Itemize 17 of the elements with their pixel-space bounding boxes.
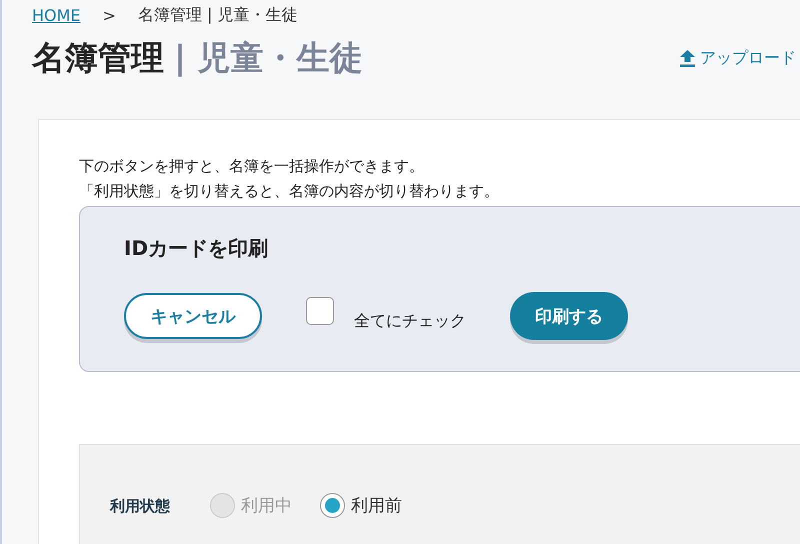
page-title: 名簿管理 xyxy=(32,36,164,78)
description-text: 「利用状態」を切り替えると、名簿の内容が切り替わります。 xyxy=(79,181,500,202)
home-link[interactable]: HOME xyxy=(32,6,81,24)
radio-label: 利用前 xyxy=(351,495,402,517)
print-button[interactable]: 印刷する xyxy=(510,292,628,340)
breadcrumb-text: > xyxy=(102,6,116,24)
radio-label: 利用中 xyxy=(241,495,292,517)
upload-link[interactable]: アップロード xyxy=(680,48,796,68)
upload-icon xyxy=(680,50,695,66)
description-text: 下のボタンを押すと、名簿を一括操作ができます。 xyxy=(79,156,425,177)
radio-button[interactable] xyxy=(320,493,345,518)
page-subtitle: | 児童・生徒 xyxy=(174,36,363,79)
checkbox-label: 全てにチェック xyxy=(354,310,466,332)
panel-heading: IDカードを印刷 xyxy=(124,235,270,262)
checkbox[interactable] xyxy=(306,297,334,325)
breadcrumb-text: 名簿管理 | 児童・生徒 xyxy=(138,4,298,26)
filter-label: 利用状態 xyxy=(110,497,170,516)
